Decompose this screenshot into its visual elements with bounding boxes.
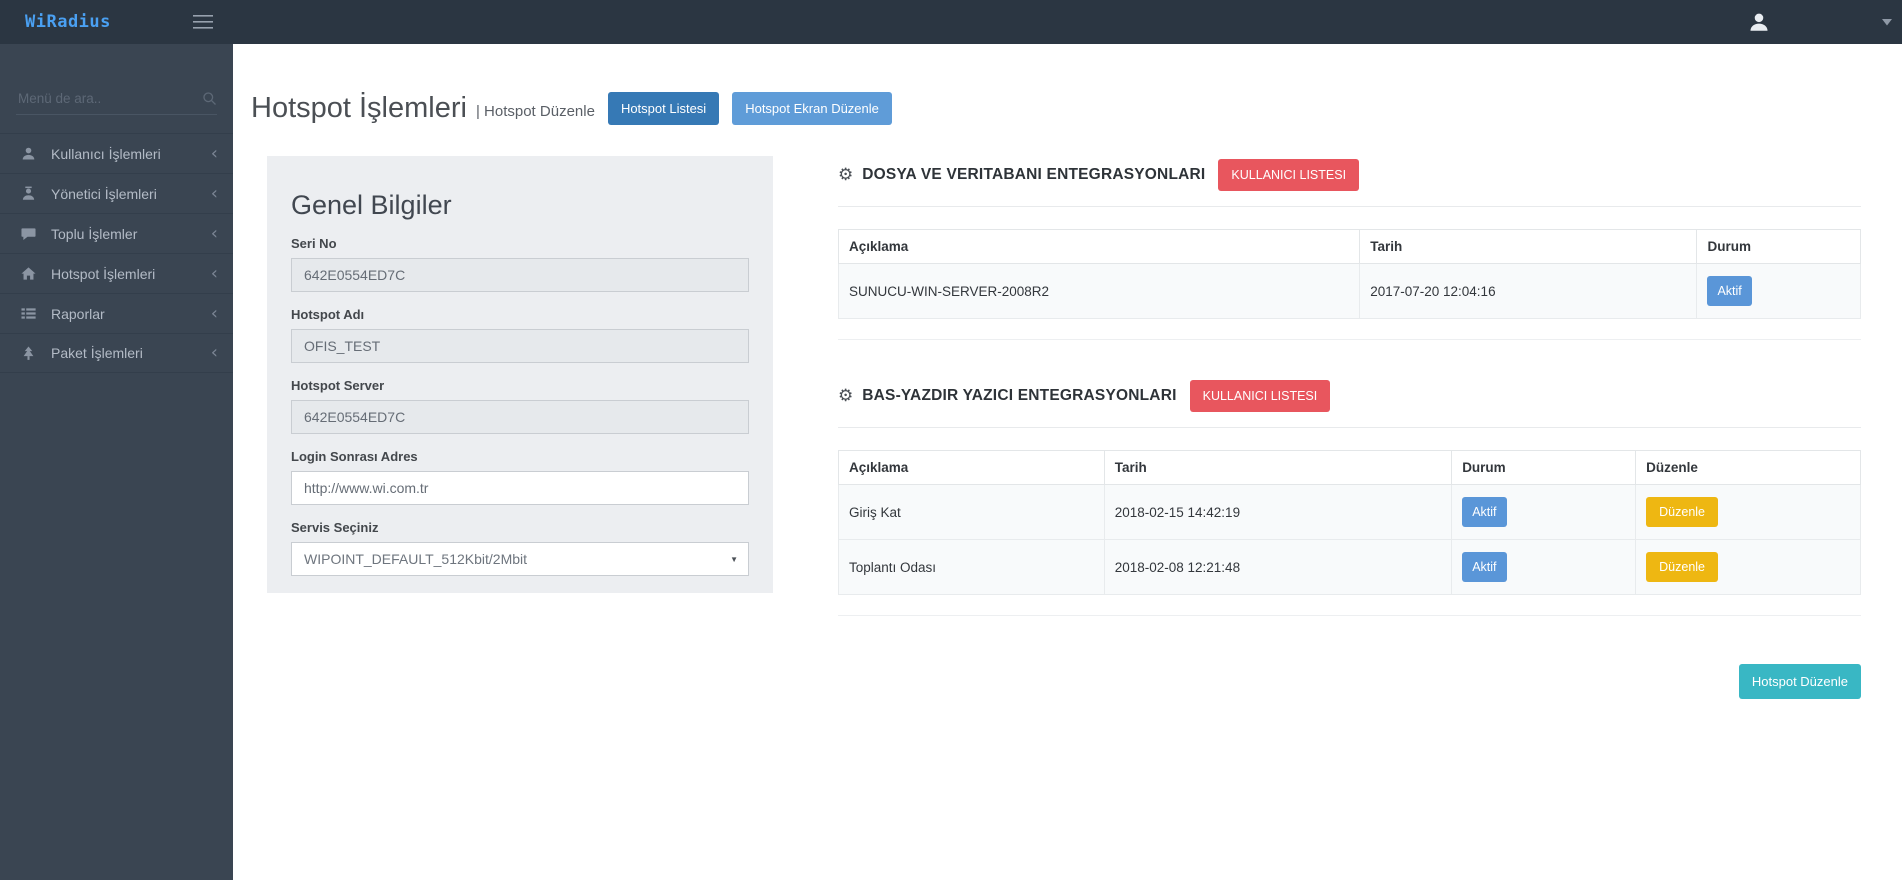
login-sonrasi-adres-label: Login Sonrası Adres <box>291 449 749 464</box>
bas-yazdir-table: Açıklama Tarih Durum Düzenle Giriş Kat 2… <box>838 450 1861 595</box>
column-header-aciklama: Açıklama <box>839 230 1360 264</box>
column-header-tarih: Tarih <box>1104 451 1451 485</box>
admin-user-icon <box>19 186 37 201</box>
sidebar: Kullanıcı İşlemleri ‹ Yönetici İşlemleri… <box>0 44 233 880</box>
aktif-button[interactable]: Aktif <box>1707 276 1751 306</box>
table-row: Giriş Kat 2018-02-15 14:42:19 Aktif Düze… <box>839 485 1861 540</box>
duzenle-button[interactable]: Düzenle <box>1646 552 1718 582</box>
sidebar-item-hotspot-islemleri[interactable]: Hotspot İşlemleri ‹ <box>0 253 233 293</box>
servis-seciniz-label: Servis Seçiniz <box>291 520 749 535</box>
cell-duzenle: Düzenle <box>1636 540 1861 595</box>
section-dosya-veritabani: ⚙ DOSYA VE VERITABANI ENTEGRASYONLARI KU… <box>838 159 1861 340</box>
seri-no-input[interactable] <box>291 258 749 292</box>
cell-tarih: 2017-07-20 12:04:16 <box>1360 264 1697 319</box>
hotspot-ekran-duzenle-button[interactable]: Hotspot Ekran Düzenle <box>732 92 892 125</box>
cell-durum: Aktif <box>1697 264 1861 319</box>
column-header-duzenle: Düzenle <box>1636 451 1861 485</box>
hotspot-listesi-button[interactable]: Hotspot Listesi <box>608 92 719 125</box>
page-title: Hotspot İşlemleri <box>251 92 467 125</box>
sidebar-menu: Kullanıcı İşlemleri ‹ Yönetici İşlemleri… <box>0 133 233 373</box>
divider <box>838 427 1861 428</box>
divider <box>838 615 1861 616</box>
list-icon <box>19 306 37 321</box>
integrations-column: ⚙ DOSYA VE VERITABANI ENTEGRASYONLARI KU… <box>838 159 1861 699</box>
chevron-left-icon: ‹ <box>211 346 218 360</box>
app-logo[interactable]: WiRadius <box>25 12 111 32</box>
divider <box>838 339 1861 340</box>
sidebar-item-label: Toplu İşlemler <box>51 226 211 242</box>
genel-bilgiler-panel: Genel Bilgiler Seri No Hotspot Adı Hotsp… <box>267 156 773 593</box>
service-select-value: WIPOINT_DEFAULT_512Kbit/2Mbit <box>304 551 527 567</box>
main-content: Hotspot İşlemleri | Hotspot Düzenle Hots… <box>233 44 1902 880</box>
select-caret-icon: ▼ <box>730 555 738 564</box>
sidebar-item-kullanici-islemleri[interactable]: Kullanıcı İşlemleri ‹ <box>0 133 233 173</box>
user-avatar-icon[interactable] <box>1748 11 1770 33</box>
page-header: Hotspot İşlemleri | Hotspot Düzenle Hots… <box>251 92 1902 125</box>
seri-no-label: Seri No <box>291 236 749 251</box>
sidebar-item-label: Raporlar <box>51 306 211 322</box>
sidebar-item-label: Hotspot İşlemleri <box>51 266 211 282</box>
table-row: Toplantı Odası 2018-02-08 12:21:48 Aktif… <box>839 540 1861 595</box>
hotspot-server-input[interactable] <box>291 400 749 434</box>
service-select[interactable]: WIPOINT_DEFAULT_512Kbit/2Mbit ▼ <box>291 542 749 576</box>
tree-icon <box>19 346 37 361</box>
cell-aciklama: Toplantı Odası <box>839 540 1105 595</box>
sidebar-item-raporlar[interactable]: Raporlar ‹ <box>0 293 233 333</box>
sidebar-item-toplu-islemler[interactable]: Toplu İşlemler ‹ <box>0 213 233 253</box>
search-icon[interactable] <box>202 91 217 106</box>
hotspot-duzenle-button[interactable]: Hotspot Düzenle <box>1739 664 1861 699</box>
cell-durum: Aktif <box>1452 540 1636 595</box>
aktif-button[interactable]: Aktif <box>1462 552 1506 582</box>
sidebar-search <box>16 90 217 115</box>
sidebar-item-label: Yönetici İşlemleri <box>51 186 211 202</box>
brand-area: WiRadius <box>0 12 233 32</box>
footer-actions: Hotspot Düzenle <box>838 664 1861 699</box>
cell-tarih: 2018-02-08 12:21:48 <box>1104 540 1451 595</box>
sidebar-item-label: Paket İşlemleri <box>51 345 211 361</box>
kullanici-listesi-button[interactable]: KULLANICI LISTESI <box>1190 380 1331 412</box>
column-header-durum: Durum <box>1452 451 1636 485</box>
cell-tarih: 2018-02-15 14:42:19 <box>1104 485 1451 540</box>
chevron-left-icon: ‹ <box>211 267 218 281</box>
sidebar-item-yonetici-islemleri[interactable]: Yönetici İşlemleri ‹ <box>0 173 233 213</box>
aktif-button[interactable]: Aktif <box>1462 497 1506 527</box>
chevron-left-icon: ‹ <box>211 187 218 201</box>
column-header-tarih: Tarih <box>1360 230 1697 264</box>
sidebar-item-label: Kullanıcı İşlemleri <box>51 146 211 162</box>
home-icon <box>19 266 37 281</box>
section-bas-yazdir: ⚙ BAS-YAZDIR YAZICI ENTEGRASYONLARI KULL… <box>838 380 1861 616</box>
chevron-down-icon[interactable] <box>1882 19 1892 26</box>
cell-aciklama: SUNUCU-WIN-SERVER-2008R2 <box>839 264 1360 319</box>
duzenle-button[interactable]: Düzenle <box>1646 497 1718 527</box>
cell-durum: Aktif <box>1452 485 1636 540</box>
chevron-left-icon: ‹ <box>211 227 218 241</box>
column-header-durum: Durum <box>1697 230 1861 264</box>
hamburger-menu-icon[interactable] <box>193 15 213 29</box>
topbar: WiRadius <box>0 0 1902 44</box>
section-title: BAS-YAZDIR YAZICI ENTEGRASYONLARI <box>862 387 1176 405</box>
gear-icon: ⚙ <box>838 165 853 185</box>
dosya-veritabani-table: Açıklama Tarih Durum SUNUCU-WIN-SERVER-2… <box>838 229 1861 319</box>
sidebar-item-paket-islemleri[interactable]: Paket İşlemleri ‹ <box>0 333 233 373</box>
table-row: SUNUCU-WIN-SERVER-2008R2 2017-07-20 12:0… <box>839 264 1861 319</box>
section-title: DOSYA VE VERITABANI ENTEGRASYONLARI <box>862 166 1205 184</box>
search-input[interactable] <box>16 90 202 107</box>
comment-icon <box>19 226 37 241</box>
column-header-aciklama: Açıklama <box>839 451 1105 485</box>
kullanici-listesi-button[interactable]: KULLANICI LISTESI <box>1218 159 1359 191</box>
hotspot-adi-input[interactable] <box>291 329 749 363</box>
chevron-left-icon: ‹ <box>211 147 218 161</box>
gear-icon: ⚙ <box>838 386 853 406</box>
hotspot-adi-label: Hotspot Adı <box>291 307 749 322</box>
login-sonrasi-adres-input[interactable] <box>291 471 749 505</box>
page-subtitle: | Hotspot Düzenle <box>476 103 595 120</box>
cell-aciklama: Giriş Kat <box>839 485 1105 540</box>
hotspot-server-label: Hotspot Server <box>291 378 749 393</box>
cell-duzenle: Düzenle <box>1636 485 1861 540</box>
topbar-right <box>1748 11 1902 33</box>
form-title: Genel Bilgiler <box>291 190 749 221</box>
divider <box>838 206 1861 207</box>
chevron-left-icon: ‹ <box>211 307 218 321</box>
user-icon <box>19 146 37 161</box>
